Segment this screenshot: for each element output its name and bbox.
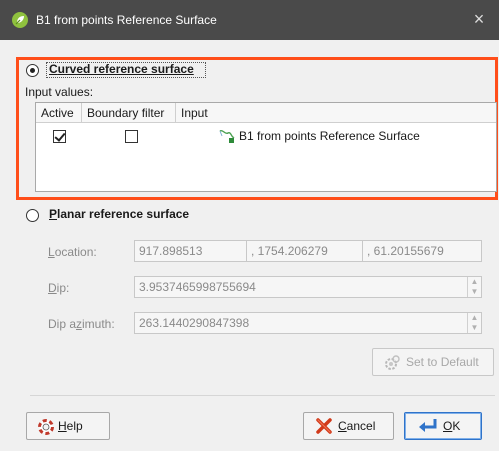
active-checkbox[interactable] xyxy=(53,130,66,143)
location-accel: L xyxy=(48,245,55,259)
curved-surface-label[interactable]: Curved reference surface xyxy=(49,62,194,76)
planar-label-rest: lanar reference surface xyxy=(57,207,190,221)
surface-icon xyxy=(219,128,235,144)
dip-field[interactable]: 3.9537465998755694 ▲ ▼ xyxy=(134,276,482,298)
dip-label-rest: ip: xyxy=(56,281,70,295)
boundary-filter-checkbox[interactable] xyxy=(125,130,138,143)
ok-button[interactable]: OK xyxy=(404,412,482,440)
location-label: Location: xyxy=(48,245,97,259)
app-leaf-icon xyxy=(12,12,28,28)
cancel-button[interactable]: Cancel xyxy=(303,412,394,440)
cancel-x-icon xyxy=(315,417,333,444)
help-button[interactable]: Help xyxy=(26,412,110,440)
dip-label: Dip: xyxy=(48,281,69,295)
ok-return-icon xyxy=(417,417,439,444)
curved-accel: C xyxy=(49,62,58,76)
planar-surface-radio[interactable] xyxy=(26,209,39,222)
dip-spinner[interactable]: ▲ ▼ xyxy=(467,277,481,297)
dip-accel: D xyxy=(48,281,57,295)
ok-label: OK xyxy=(443,413,460,439)
column-boundary-filter[interactable]: Boundary filter xyxy=(82,103,176,123)
help-accel: H xyxy=(58,419,67,433)
input-values-label: Input values: xyxy=(25,85,94,99)
location-y-field[interactable]: , 1754.206279 xyxy=(246,240,364,262)
column-active[interactable]: Active xyxy=(36,103,82,123)
location-z-field[interactable]: , 61.20155679 xyxy=(362,240,482,262)
table-header: Active Boundary filter Input xyxy=(36,103,496,123)
ok-rest: K xyxy=(452,419,461,433)
close-icon[interactable]: × xyxy=(467,8,491,32)
cancel-accel: C xyxy=(338,419,347,433)
planar-surface-label[interactable]: Planar reference surface xyxy=(49,207,189,221)
cancel-label: Cancel xyxy=(338,413,375,439)
planar-accel: P xyxy=(49,207,58,221)
location-x-field[interactable]: 917.898513 xyxy=(134,240,248,262)
dip-azimuth-rest: imuth: xyxy=(82,317,115,331)
dip-azimuth-value: 263.1440290847398 xyxy=(139,316,250,330)
window-title: B1 from points Reference Surface xyxy=(36,13,217,27)
dip-value: 3.9537465998755694 xyxy=(139,280,256,294)
set-to-default-label: Set to Default xyxy=(406,355,479,369)
set-to-default-button[interactable]: Set to Default xyxy=(372,348,494,376)
column-input[interactable]: Input xyxy=(176,103,496,123)
curved-label-rest: urved reference surface xyxy=(57,62,194,76)
dip-azimuth-pre: Dip a xyxy=(48,317,77,331)
ok-accel: O xyxy=(443,419,453,433)
location-label-rest: ocation: xyxy=(54,245,97,259)
dip-azimuth-label: Dip azimuth: xyxy=(48,317,115,331)
dip-azimuth-spinner[interactable]: ▲ ▼ xyxy=(467,313,481,333)
help-rest: elp xyxy=(66,419,83,433)
inputs-table: Active Boundary filter Input B1 from poi… xyxy=(35,102,497,192)
title-bar: B1 from points Reference Surface × xyxy=(0,0,499,40)
help-label: Help xyxy=(58,413,83,439)
help-lifebuoy-icon xyxy=(38,418,54,444)
gear-icon xyxy=(383,354,401,381)
curved-surface-radio[interactable] xyxy=(26,64,39,77)
separator xyxy=(30,395,495,396)
cancel-rest: ancel xyxy=(346,419,376,433)
input-name: B1 from points Reference Surface xyxy=(239,129,420,143)
dip-azimuth-field[interactable]: 263.1440290847398 ▲ ▼ xyxy=(134,312,482,334)
